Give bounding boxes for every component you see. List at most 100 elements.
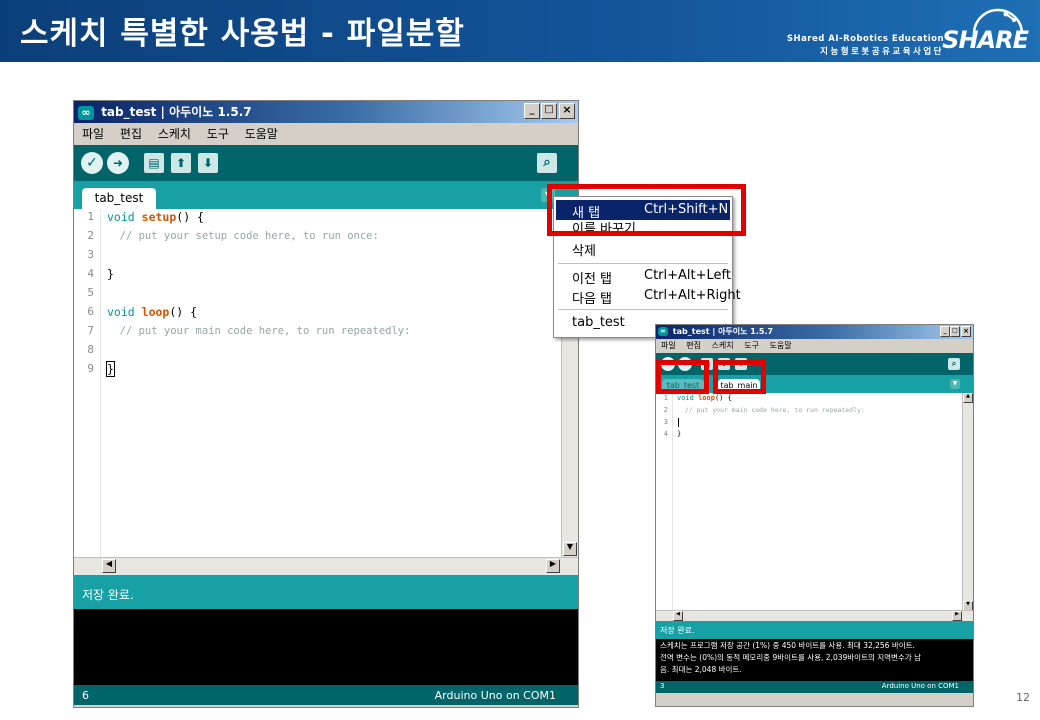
code-line: } <box>106 361 115 377</box>
code-line: void loop() { <box>677 394 732 402</box>
code-keyword: void <box>677 394 694 402</box>
code-text: () { <box>714 394 732 402</box>
close-button[interactable]: × <box>961 326 971 337</box>
console-line: 전역 변수는 (0%)의 동적 메모리중 9바이트를 사용, 2,039바이트의… <box>660 653 922 662</box>
minimize-button[interactable]: _ <box>940 326 950 337</box>
small-title-bar: ∞ tab_test | 아두이노 1.5.7 _ □ × <box>656 325 973 339</box>
main-code-editor[interactable]: 1 2 3 4 5 6 7 8 9 void setup() { // put … <box>74 209 578 575</box>
scroll-right-arrow-icon[interactable]: ▶ <box>952 611 962 621</box>
scroll-down-arrow-icon[interactable]: ▼ <box>563 542 577 556</box>
menu-sketch[interactable]: 스케치 <box>712 339 734 353</box>
menu-separator <box>558 309 728 310</box>
code-function: loop <box>698 394 715 402</box>
main-status-bar: 저장 완료. <box>74 575 578 609</box>
open-sketch-icon[interactable]: ⬆ <box>171 153 191 173</box>
main-arduino-window: ∞ tab_test | 아두이노 1.5.7 _ □ × 파일 편집 스케치 … <box>73 100 579 708</box>
code-function: loop <box>141 305 170 319</box>
scroll-left-arrow-icon[interactable]: ◀ <box>673 611 683 621</box>
menu-sketch[interactable]: 스케치 <box>158 123 191 145</box>
menu-file[interactable]: 파일 <box>82 123 104 145</box>
slide-title: 스케치 특별한 사용법 - 파일분할 <box>20 16 465 52</box>
code-keyword: void <box>107 305 135 319</box>
save-sketch-icon[interactable]: ⬇ <box>198 153 218 173</box>
code-cursor-brace: } <box>106 361 115 377</box>
menu-help[interactable]: 도움말 <box>769 339 791 353</box>
new-sketch-icon[interactable]: ▤ <box>144 153 164 173</box>
small-footer: 3 Arduino Uno on COM1 <box>656 681 973 693</box>
highlight-tab-test-box <box>656 360 709 394</box>
footer-board-port: Arduino Uno on COM1 <box>434 689 556 702</box>
code-text: () { <box>176 210 204 224</box>
footer-line-number: 6 <box>82 689 89 702</box>
close-button[interactable]: × <box>559 103 575 119</box>
main-footer: 6 Arduino Uno on COM1 <box>74 685 578 705</box>
serial-monitor-icon[interactable]: ⌕ <box>537 153 557 173</box>
small-code-editor[interactable]: 1 2 3 4 void loop() { // put your main c… <box>656 393 973 621</box>
maximize-button[interactable]: □ <box>950 326 960 337</box>
line-number-gutter <box>656 393 673 621</box>
arduino-logo-icon: ∞ <box>658 327 668 336</box>
code-comment: // put your setup code here, to run once… <box>107 230 379 242</box>
small-console: 스케치는 프로그램 저장 공간 (1%) 중 450 바이트를 사용. 최대 3… <box>656 639 973 681</box>
slide-header: 스케치 특별한 사용법 - 파일분할 SHARE SHared AI-Robot… <box>0 0 1040 62</box>
serial-monitor-icon[interactable]: ⌕ <box>948 358 960 370</box>
menu-tools[interactable]: 도구 <box>207 123 229 145</box>
menu-separator <box>558 263 728 264</box>
status-message: 저장 완료. <box>660 626 695 635</box>
scroll-right-arrow-icon[interactable]: ▶ <box>546 559 560 573</box>
code-comment: // put your main code here, to run repea… <box>107 325 411 337</box>
menu-tools[interactable]: 도구 <box>744 339 759 353</box>
line-number: 4 <box>87 267 94 280</box>
main-menu-bar: 파일 편집 스케치 도구 도움말 <box>74 123 578 145</box>
text-cursor <box>678 418 679 427</box>
code-line: void setup() { <box>107 210 204 224</box>
line-number: 4 <box>663 430 668 438</box>
console-line: 스케치는 프로그램 저장 공간 (1%) 중 450 바이트를 사용. 최대 3… <box>660 641 915 650</box>
menu-item-delete[interactable]: 삭제 <box>556 238 730 259</box>
status-message: 저장 완료. <box>82 588 134 602</box>
upload-icon[interactable]: ➜ <box>107 152 129 174</box>
line-number: 3 <box>663 418 668 426</box>
small-menu-bar: 파일 편집 스케치 도구 도움말 <box>656 339 973 353</box>
share-logo-text: SHARE <box>942 26 1029 54</box>
footer-line-number: 3 <box>660 682 665 690</box>
maximize-button[interactable]: □ <box>541 103 557 119</box>
small-window-title: tab_test | 아두이노 1.5.7 <box>672 327 774 336</box>
arduino-logo-icon: ∞ <box>78 105 94 120</box>
tab-tab-test[interactable]: tab_test <box>82 188 156 209</box>
scroll-up-arrow-icon[interactable]: ▲ <box>963 393 973 403</box>
menu-item-label: 이전 탭 <box>572 272 613 287</box>
menu-edit[interactable]: 편집 <box>120 123 142 145</box>
main-window-title: tab_test | 아두이노 1.5.7 <box>101 105 252 119</box>
main-title-bar: ∞ tab_test | 아두이노 1.5.7 _ □ × <box>74 101 578 123</box>
scroll-left-arrow-icon[interactable]: ◀ <box>102 559 116 573</box>
code-comment: // put your main code here, to run repea… <box>677 406 865 414</box>
line-number: 8 <box>87 343 94 356</box>
verify-icon[interactable]: ✓ <box>81 152 103 174</box>
line-number: 7 <box>87 324 94 337</box>
code-text: () { <box>169 305 198 319</box>
line-number: 1 <box>663 394 668 402</box>
menu-edit[interactable]: 편집 <box>686 339 701 353</box>
page-number: 12 <box>1016 691 1030 704</box>
menu-file[interactable]: 파일 <box>661 339 676 353</box>
menu-item-next-tab[interactable]: 다음 탭 Ctrl+Alt+Right <box>556 286 741 307</box>
small-status-bar: 저장 완료. <box>656 621 973 639</box>
minimize-button[interactable]: _ <box>524 103 540 119</box>
menu-item-prev-tab[interactable]: 이전 탭 Ctrl+Alt+Left <box>556 266 731 287</box>
line-number: 6 <box>87 305 94 318</box>
line-number-gutter <box>74 209 101 575</box>
tab-menu-arrow-icon[interactable]: ▼ <box>950 379 960 389</box>
editor-horizontal-scrollbar[interactable]: ◀ ▶ <box>656 610 973 621</box>
editor-horizontal-scrollbar[interactable]: ◀ ▶ <box>74 557 578 575</box>
main-toolbar: ✓ ➜ ▤ ⬆ ⬇ ⌕ <box>74 145 578 181</box>
menu-help[interactable]: 도움말 <box>245 123 278 145</box>
highlight-new-tab-box <box>547 184 746 236</box>
menu-item-label: 삭제 <box>572 244 596 259</box>
menu-item-shortcut: Ctrl+Alt+Right <box>644 288 741 303</box>
editor-vertical-scrollbar[interactable]: ▲ ▼ <box>962 393 973 611</box>
line-number: 2 <box>663 406 668 414</box>
footer-board-port: Arduino Uno on COM1 <box>881 682 959 690</box>
menu-item-label: tab_test <box>572 315 625 330</box>
line-number: 3 <box>87 248 94 261</box>
